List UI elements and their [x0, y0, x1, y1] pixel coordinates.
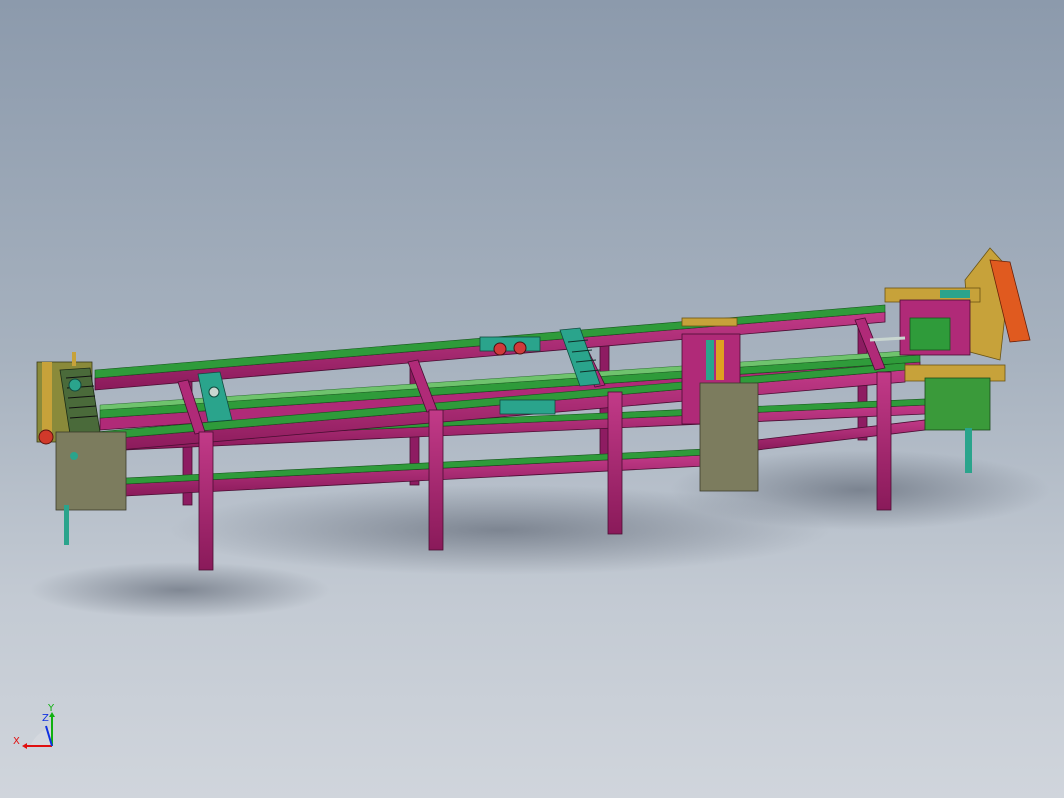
x-axis-label: X — [13, 736, 20, 747]
axis-triad: X Y Z — [8, 702, 64, 758]
triad-graphic — [22, 712, 55, 749]
x-axis-arrow — [22, 743, 27, 749]
z-axis-label: Z — [42, 713, 49, 724]
graphics-viewport[interactable]: X Y Z — [0, 0, 1064, 798]
conveyor-model[interactable] — [0, 0, 1064, 798]
